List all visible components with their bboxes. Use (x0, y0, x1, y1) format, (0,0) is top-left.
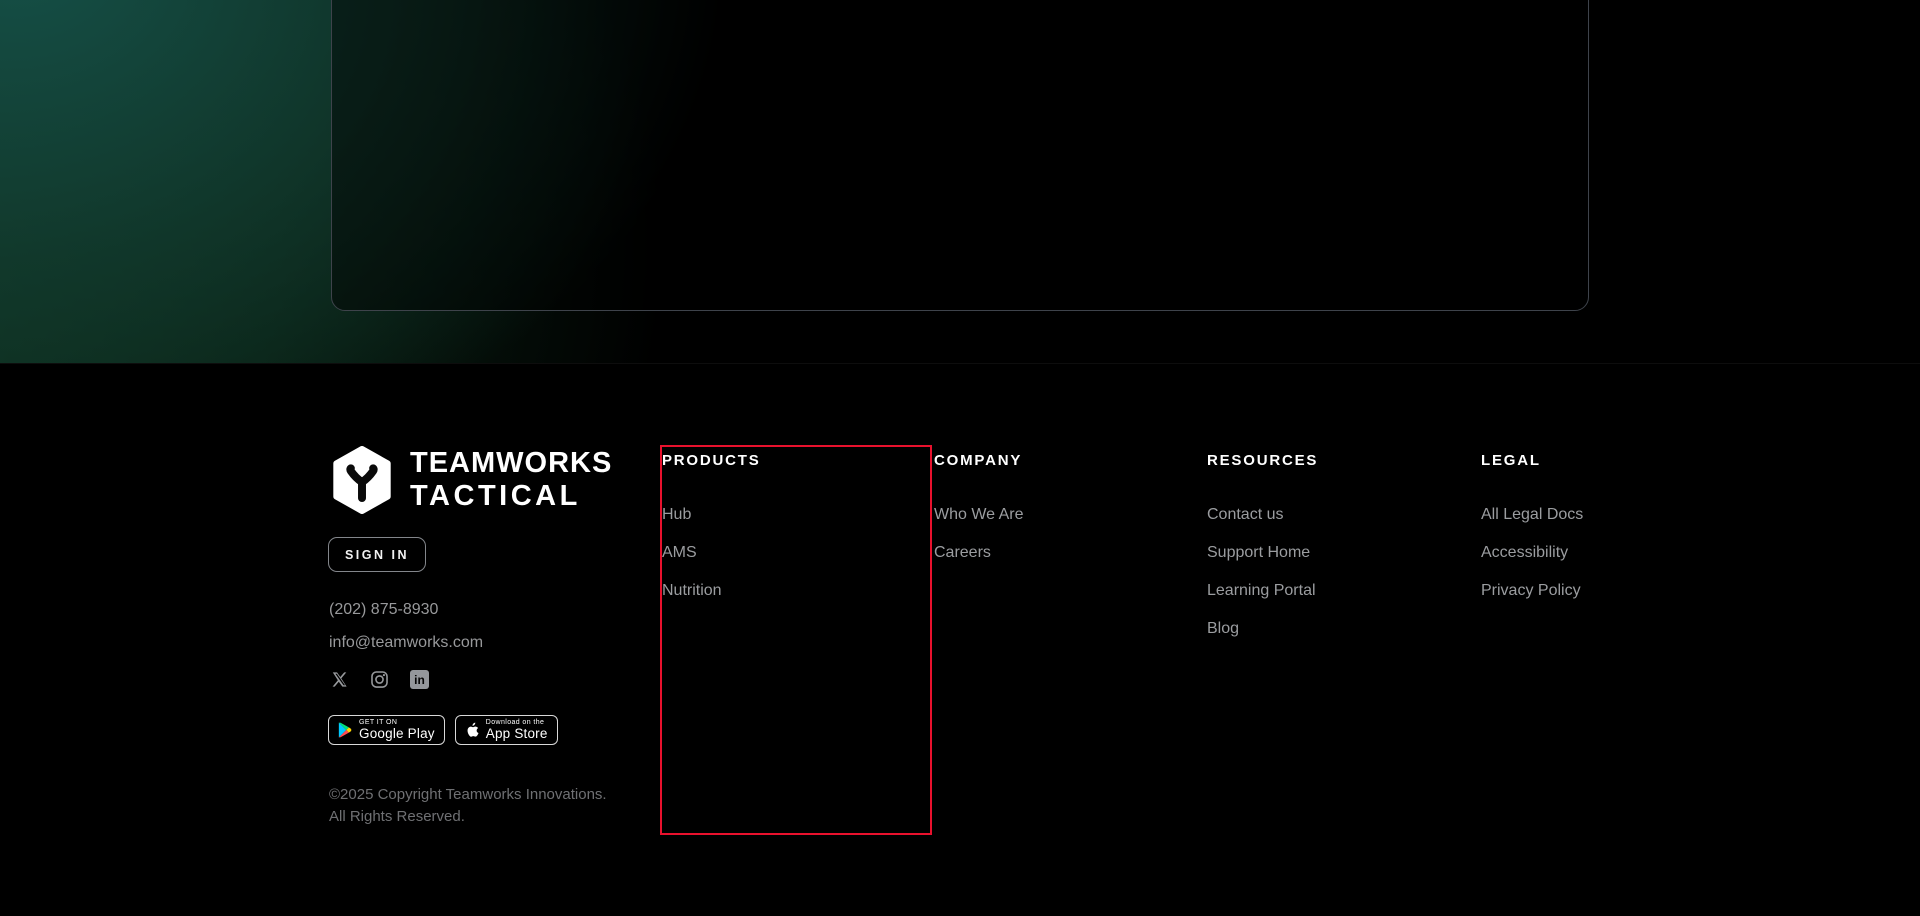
phone-link[interactable]: (202) 875-8930 (329, 601, 438, 619)
social-icons-row: in (330, 670, 429, 689)
footer-column-resources: RESOURCES Contact us Support Home Learni… (1207, 453, 1457, 658)
footer-link-ams[interactable]: AMS (662, 545, 697, 561)
hero-section: I agree to receive other communications … (0, 0, 1920, 363)
email-link[interactable]: info@teamworks.com (329, 634, 483, 652)
footer-column-heading: PRODUCTS (662, 452, 761, 469)
google-play-badge[interactable]: GET IT ON Google Play (328, 715, 445, 745)
teamworks-hexagon-icon (333, 446, 391, 514)
footer-link-hub[interactable]: Hub (662, 507, 691, 523)
footer-link-nutrition[interactable]: Nutrition (662, 583, 722, 599)
footer-link-all-legal-docs[interactable]: All Legal Docs (1481, 507, 1583, 523)
app-badges-row: GET IT ON Google Play Download on the Ap… (328, 715, 558, 745)
footer-column-heading: RESOURCES (1207, 452, 1319, 469)
footer-link-careers[interactable]: Careers (934, 545, 991, 561)
instagram-icon[interactable] (370, 670, 389, 689)
x-icon[interactable] (330, 670, 349, 689)
footer-link-who-we-are[interactable]: Who We Are (934, 507, 1024, 523)
footer-column-legal: LEGAL All Legal Docs Accessibility Priva… (1481, 453, 1731, 620)
brand-line-teamworks: TEAMWORKS (410, 447, 613, 479)
footer-link-contact-us[interactable]: Contact us (1207, 507, 1283, 523)
page: I agree to receive other communications … (0, 0, 1920, 916)
footer-link-accessibility[interactable]: Accessibility (1481, 545, 1568, 561)
copyright-text: ©2025 Copyright Teamworks Innovations. A… (329, 786, 607, 825)
teamworks-logo[interactable]: TEAMWORKS TACTICAL (328, 446, 612, 514)
sign-in-button[interactable]: SIGN IN (328, 537, 426, 572)
google-play-icon (338, 722, 352, 738)
linkedin-icon[interactable]: in (410, 670, 429, 689)
brand-line-tactical: TACTICAL (410, 480, 581, 512)
footer-column-heading: COMPANY (934, 452, 1023, 469)
google-play-label: Google Play (359, 726, 435, 741)
consent-form-card: I agree to receive other communications … (331, 0, 1589, 311)
apple-icon (467, 722, 479, 737)
footer: TEAMWORKS TACTICAL SIGN IN (202) 875-893… (0, 363, 1920, 916)
footer-column-company: COMPANY Who We Are Careers (934, 453, 1184, 582)
footer-link-blog[interactable]: Blog (1207, 621, 1239, 637)
app-store-label: App Store (485, 726, 548, 741)
footer-link-privacy-policy[interactable]: Privacy Policy (1481, 583, 1581, 599)
app-store-badge[interactable]: Download on the App Store (454, 715, 558, 745)
footer-link-learning-portal[interactable]: Learning Portal (1207, 583, 1316, 599)
footer-column-heading: LEGAL (1481, 452, 1541, 469)
brand-wordmark: TEAMWORKS TACTICAL (410, 447, 612, 513)
footer-column-products: PRODUCTS Hub AMS Nutrition (662, 453, 912, 620)
footer-link-support-home[interactable]: Support Home (1207, 545, 1310, 561)
